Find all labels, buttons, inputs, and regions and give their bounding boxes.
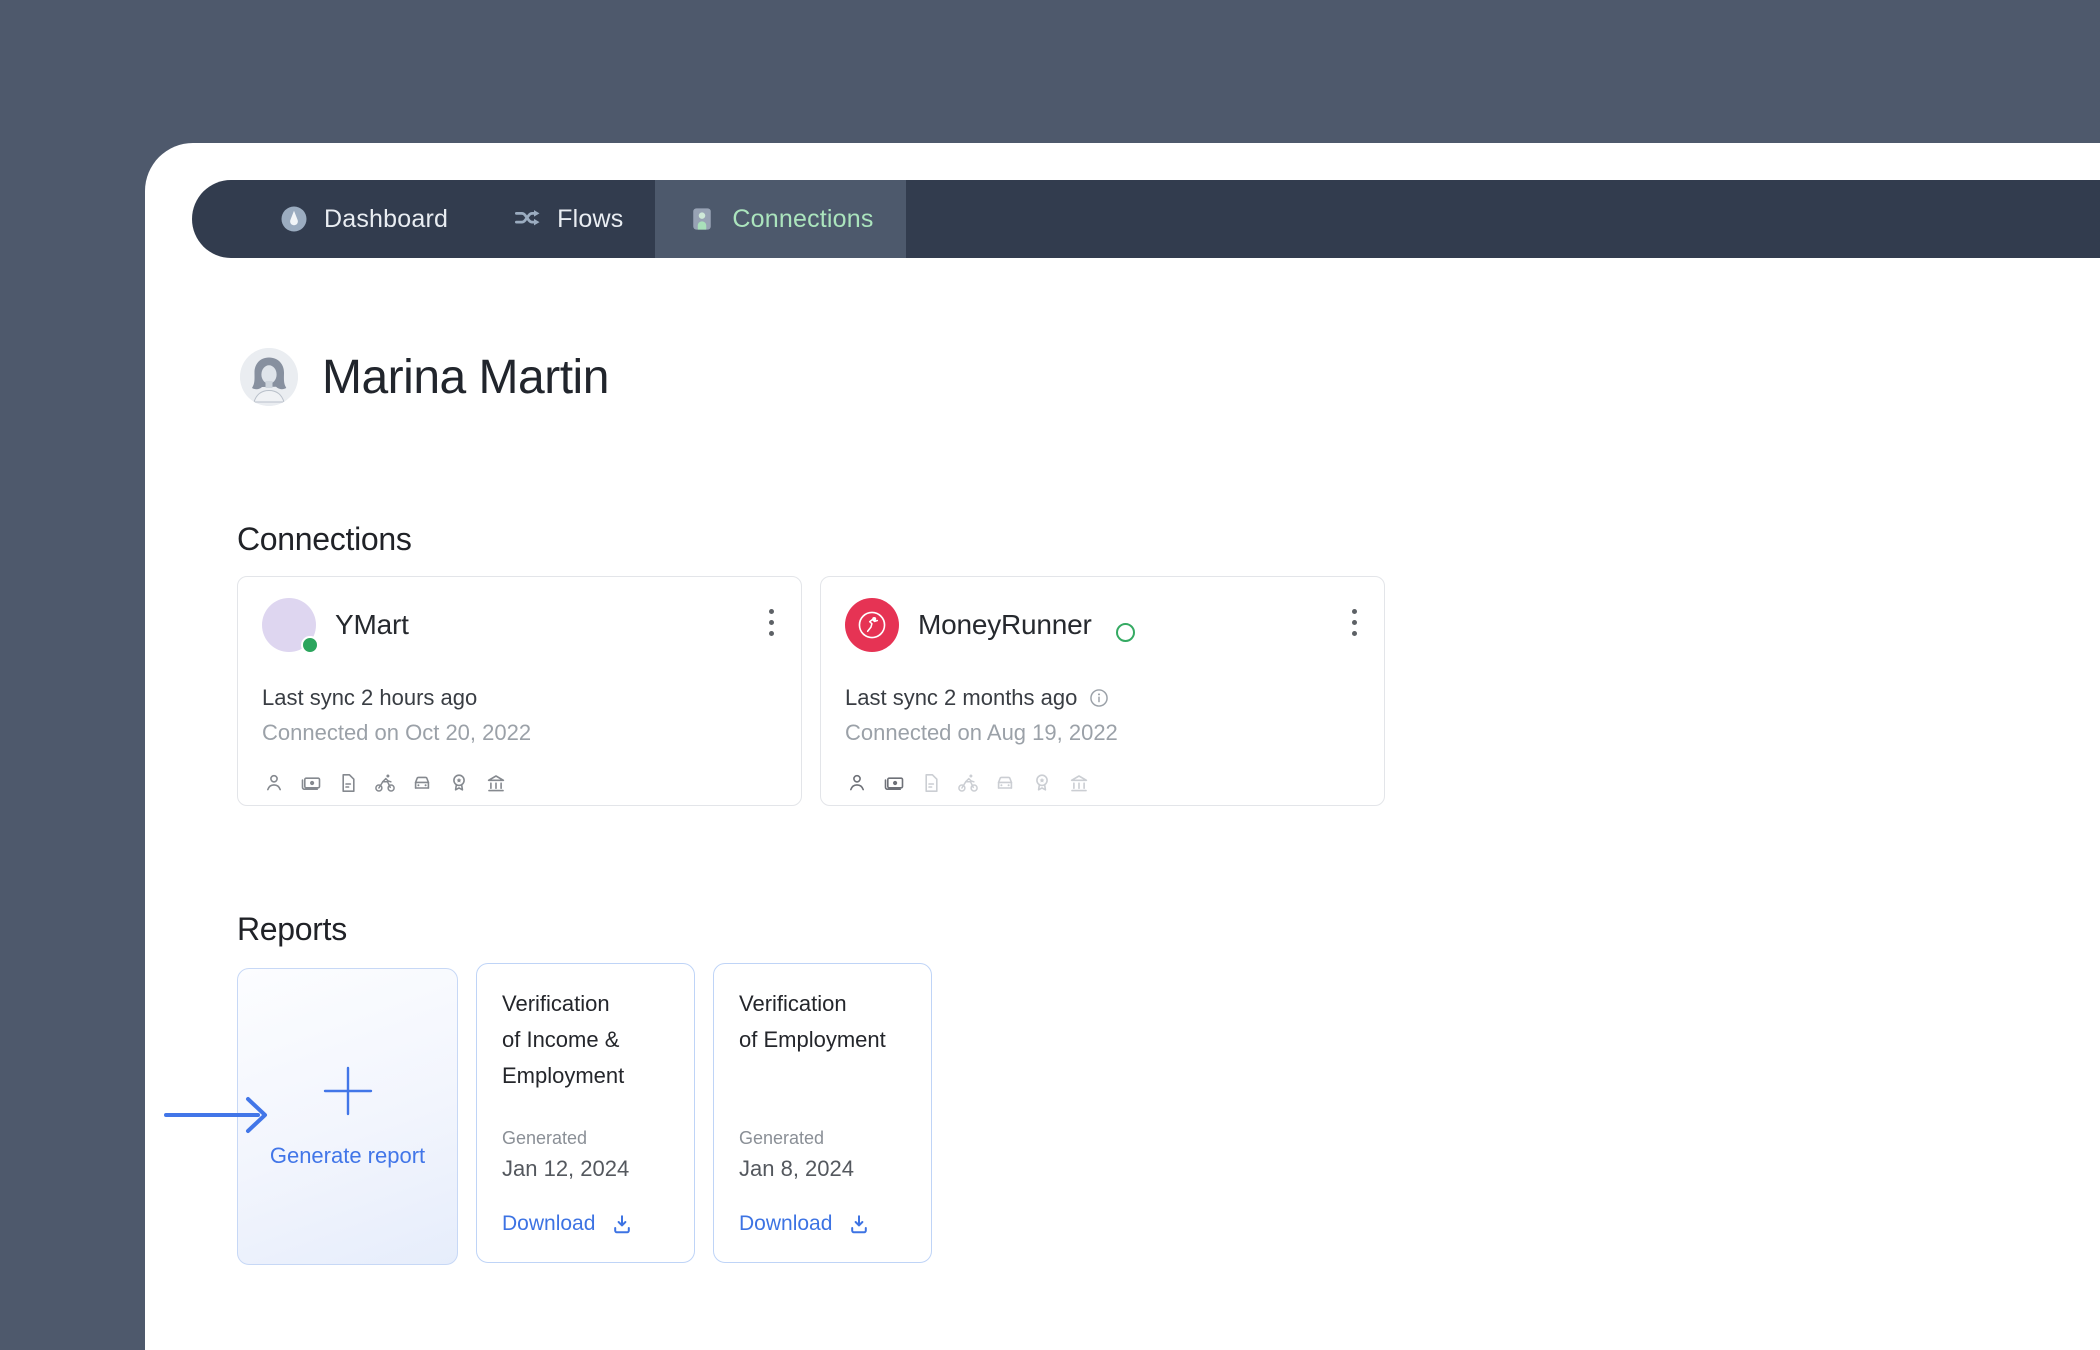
profile-header: Marina Martin — [240, 348, 609, 406]
id-badge-icon — [687, 204, 717, 234]
top-navbar: Dashboard Flows Connections — [192, 180, 2100, 258]
avatar — [240, 348, 298, 406]
tab-dashboard[interactable]: Dashboard — [247, 180, 480, 258]
report-card-employment: Verification of Employment Generated Jan… — [713, 963, 932, 1263]
car-icon — [997, 776, 1013, 789]
pending-status-ring — [1115, 622, 1135, 642]
bank-icon — [1070, 775, 1088, 792]
bike-icon — [375, 773, 395, 792]
tab-label: Flows — [557, 204, 624, 233]
connections-row: YMart Last sync 2 hours ago Connected on… — [237, 576, 1385, 806]
connected-on-text: Connected on Oct 20, 2022 — [262, 720, 532, 745]
payments-icon — [301, 777, 321, 791]
bike-icon — [958, 773, 978, 792]
pointer-arrow-icon — [164, 1097, 267, 1133]
reports-heading: Reports — [237, 910, 347, 947]
card-header: MoneyRunner — [845, 598, 1360, 652]
report-title: Verification of Employment — [739, 991, 886, 1052]
capability-icon-row — [262, 771, 777, 795]
generated-label: Generated — [502, 1128, 588, 1148]
bank-icon — [487, 775, 505, 792]
tab-flows[interactable]: Flows — [480, 180, 655, 258]
download-link[interactable]: Download — [739, 1212, 906, 1240]
moneyrunner-logo — [845, 598, 899, 652]
plus-icon — [323, 1066, 372, 1115]
connections-heading: Connections — [237, 520, 412, 557]
document-icon — [342, 773, 355, 793]
report-card-income-employment: Verification of Income & Employment Gene… — [476, 963, 695, 1263]
card-header: YMart — [262, 598, 777, 654]
generated-date: Jan 12, 2024 — [502, 1156, 630, 1181]
connection-name: YMart — [335, 609, 409, 640]
report-title: Verification of Income & Employment — [502, 991, 625, 1088]
generated-date: Jan 8, 2024 — [739, 1156, 854, 1181]
kebab-menu-button[interactable] — [1338, 599, 1370, 645]
document-icon — [925, 773, 938, 793]
car-icon — [414, 776, 430, 789]
download-link[interactable]: Download — [502, 1212, 669, 1240]
reports-row: Generate report Verification of Income &… — [237, 963, 932, 1265]
last-sync-text: Last sync 2 hours ago — [262, 685, 478, 710]
capability-icon-row — [845, 771, 1360, 795]
download-icon — [851, 1215, 868, 1234]
gauge-icon — [279, 204, 309, 234]
ymart-logo — [262, 598, 319, 654]
kebab-menu-button[interactable] — [755, 599, 787, 645]
tab-label: Connections — [732, 204, 874, 233]
person-icon — [849, 774, 865, 791]
badge-icon — [453, 774, 465, 791]
person-icon — [266, 774, 282, 791]
generated-label: Generated — [739, 1128, 825, 1148]
connected-on-text: Connected on Aug 19, 2022 — [845, 720, 1118, 745]
page-title: Marina Martin — [322, 350, 609, 404]
online-status-dot — [301, 636, 319, 654]
shuffle-icon — [512, 204, 542, 234]
badge-icon — [1036, 774, 1048, 791]
connection-card-ymart: YMart Last sync 2 hours ago Connected on… — [237, 576, 802, 806]
download-icon — [614, 1215, 631, 1234]
tab-connections[interactable]: Connections — [655, 180, 906, 258]
tab-label: Dashboard — [324, 204, 449, 233]
connection-name: MoneyRunner — [918, 609, 1092, 640]
last-sync-text: Last sync 2 months ago — [845, 685, 1078, 710]
payments-icon — [884, 777, 904, 791]
generate-report-label: Generate report — [269, 1142, 426, 1168]
info-icon[interactable] — [1088, 687, 1110, 709]
connection-card-moneyrunner: MoneyRunner Last sync 2 months ago Conne… — [820, 576, 1385, 806]
